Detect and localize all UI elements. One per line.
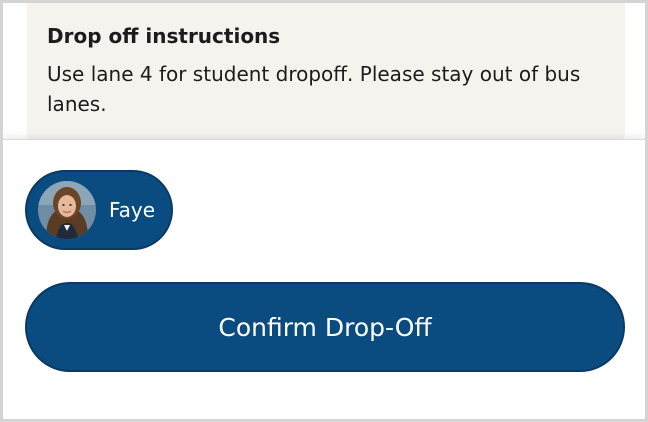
student-avatar xyxy=(38,181,96,239)
instructions-title: Drop off instructions xyxy=(47,24,281,48)
dropoff-instructions-card: Drop off instructions Use lane 4 for stu… xyxy=(27,3,625,153)
student-name: Faye xyxy=(109,198,156,222)
avatar-photo-icon xyxy=(38,181,96,239)
app-screen: Drop off instructions Use lane 4 for stu… xyxy=(0,0,648,422)
bottom-sheet: Faye Confirm Drop-Off xyxy=(3,139,645,419)
confirm-dropoff-button[interactable]: Confirm Drop-Off xyxy=(25,282,625,372)
instructions-text: Use lane 4 for student dropoff. Please s… xyxy=(47,62,581,116)
student-chip[interactable]: Faye xyxy=(25,170,173,250)
